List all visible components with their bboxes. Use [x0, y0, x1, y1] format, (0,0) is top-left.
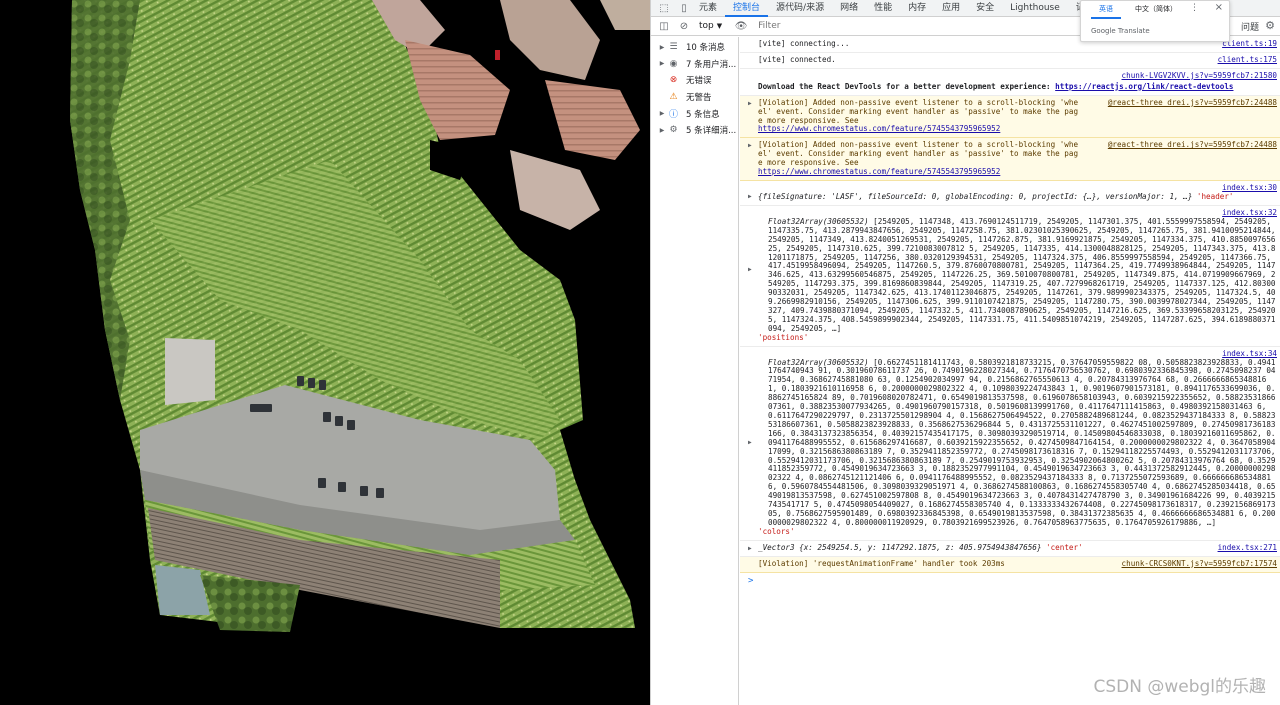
console-log-header: index.tsx:30 ▶ {fileSignature: 'LASF', f… — [740, 181, 1280, 206]
expand-arrow-icon[interactable]: ▶ — [748, 142, 752, 151]
tab-network[interactable]: 网络 — [832, 0, 866, 17]
console-output: [vite] connecting... client.ts:19 [vite]… — [740, 37, 1280, 705]
source-link[interactable]: index.tsx:271 — [1218, 543, 1277, 553]
eye-icon[interactable]: 👁 — [734, 19, 748, 33]
expand-arrow-icon[interactable]: ▶ — [748, 266, 752, 275]
expand-arrow-icon: ▶ — [659, 126, 665, 134]
tab-lighthouse[interactable]: Lighthouse — [1002, 0, 1068, 17]
error-icon: ⊗ — [669, 75, 678, 86]
console-message: chunk-LVGV2KVV.js?v=5959fcb7:21580 Downl… — [740, 69, 1280, 96]
console-log-colors: index.tsx:34 ▶ Float32Array(30605532) [0… — [740, 347, 1280, 541]
translate-lang-english[interactable]: 英语 — [1091, 4, 1121, 19]
source-link[interactable]: client.ts:19 — [1222, 39, 1277, 49]
devtools-panel: ⬚ ▯ 元素 控制台 源代码/来源 网络 性能 内存 应用 安全 Lightho… — [650, 0, 1280, 705]
user-icon: ◉ — [669, 58, 678, 69]
tab-performance[interactable]: 性能 — [866, 0, 900, 17]
caret-down-icon: ▼ — [716, 22, 723, 30]
info-icon: ⓘ — [668, 110, 678, 121]
tab-sources[interactable]: 源代码/来源 — [768, 0, 832, 17]
chromestatus-link[interactable]: https://www.chromestatus.com/feature/574… — [758, 124, 1000, 133]
google-translate-brand: Google Translate — [1091, 27, 1150, 35]
translate-popup: 英语 中文（简体） ⋮ × Google Translate — [1080, 0, 1230, 42]
filter-input[interactable] — [758, 19, 1089, 33]
console-violation: ▶ [Violation] Added non-passive event li… — [740, 95, 1280, 139]
source-link[interactable]: client.ts:175 — [1218, 55, 1277, 65]
console-log-positions: index.tsx:32 ▶ Float32Array(30605532) [2… — [740, 206, 1280, 347]
expand-arrow-icon: ▶ — [659, 60, 665, 68]
expand-arrow-icon: ▶ — [659, 110, 665, 118]
expand-arrow-icon[interactable]: ▶ — [748, 439, 752, 448]
react-devtools-link[interactable]: https://reactjs.org/link/react-devtools — [1055, 82, 1233, 91]
translate-lang-chinese[interactable]: 中文（简体） — [1135, 4, 1177, 14]
tab-memory[interactable]: 内存 — [900, 0, 934, 17]
sidebar-item-user-messages[interactable]: ▶ ◉ 7 条用户消... — [651, 56, 738, 73]
tab-security[interactable]: 安全 — [968, 0, 1002, 17]
expand-arrow-icon[interactable]: ▶ — [748, 193, 752, 202]
console-violation: ▶ [Violation] Added non-passive event li… — [740, 138, 1280, 181]
source-link[interactable]: @react-three_drei.js?v=5959fcb7:24488 — [1108, 140, 1277, 150]
sidebar-item-verbose[interactable]: ▶ ⚙ 5 条详细消... — [651, 122, 738, 139]
chromestatus-link[interactable]: https://www.chromestatus.com/feature/574… — [758, 167, 1000, 176]
device-toolbar-icon[interactable]: ▯ — [677, 1, 691, 15]
source-link[interactable]: index.tsx:34 — [1222, 349, 1277, 359]
watermark: CSDN @webgl的乐趣 — [1093, 677, 1266, 697]
console-message: [vite] connected. client.ts:175 — [740, 53, 1280, 69]
source-link[interactable]: index.tsx:32 — [1222, 208, 1277, 218]
tab-elements[interactable]: 元素 — [691, 0, 725, 17]
issues-label[interactable]: 问题 — [1241, 20, 1259, 33]
tab-console[interactable]: 控制台 — [725, 0, 769, 17]
expand-arrow-icon[interactable]: ▶ — [748, 545, 752, 554]
source-link[interactable]: index.tsx:30 — [1222, 183, 1277, 193]
settings-gear-icon[interactable]: ⚙ — [1265, 19, 1275, 32]
list-icon: ☰ — [669, 42, 678, 53]
sidebar-item-info[interactable]: ▶ ⓘ 5 条信息 — [651, 105, 738, 122]
sidebar-item-messages[interactable]: ▶ ☰ 10 条消息 — [651, 39, 738, 56]
point-cloud-render — [70, 0, 650, 632]
clear-console-icon[interactable]: ⊘ — [677, 19, 691, 33]
expand-arrow-icon: ▶ — [659, 43, 665, 51]
tab-application[interactable]: 应用 — [934, 0, 968, 17]
console-prompt[interactable]: > — [740, 573, 1280, 590]
point-cloud-viewport[interactable] — [0, 0, 650, 705]
close-icon[interactable]: × — [1215, 2, 1223, 13]
more-menu-icon[interactable]: ⋮ — [1190, 3, 1199, 13]
console-log-center: ▶ _Vector3 {x: 2549254.5, y: 1147292.187… — [740, 541, 1280, 557]
console-sidebar: ▶ ☰ 10 条消息 ▶ ◉ 7 条用户消... ⊗ 无错误 ⚠ 无警告 ▶ ⓘ… — [651, 37, 739, 705]
expand-arrow-icon[interactable]: ▶ — [748, 100, 752, 109]
sidebar-toggle-icon[interactable]: ◫ — [657, 19, 671, 33]
bug-icon: ⚙ — [669, 125, 678, 136]
sidebar-item-warnings[interactable]: ⚠ 无警告 — [651, 89, 738, 106]
context-selector[interactable]: top ▼ — [699, 21, 722, 31]
source-link[interactable]: chunk-CRCS0KNT.js?v=5959fcb7:17574 — [1122, 559, 1277, 569]
console-violation: [Violation] 'requestAnimationFrame' hand… — [740, 556, 1280, 573]
inspect-element-icon[interactable]: ⬚ — [657, 1, 671, 15]
warning-icon: ⚠ — [669, 92, 678, 103]
source-link[interactable]: chunk-LVGV2KVV.js?v=5959fcb7:21580 — [1122, 71, 1277, 81]
sidebar-item-errors[interactable]: ⊗ 无错误 — [651, 72, 738, 89]
source-link[interactable]: @react-three_drei.js?v=5959fcb7:24488 — [1108, 98, 1277, 108]
